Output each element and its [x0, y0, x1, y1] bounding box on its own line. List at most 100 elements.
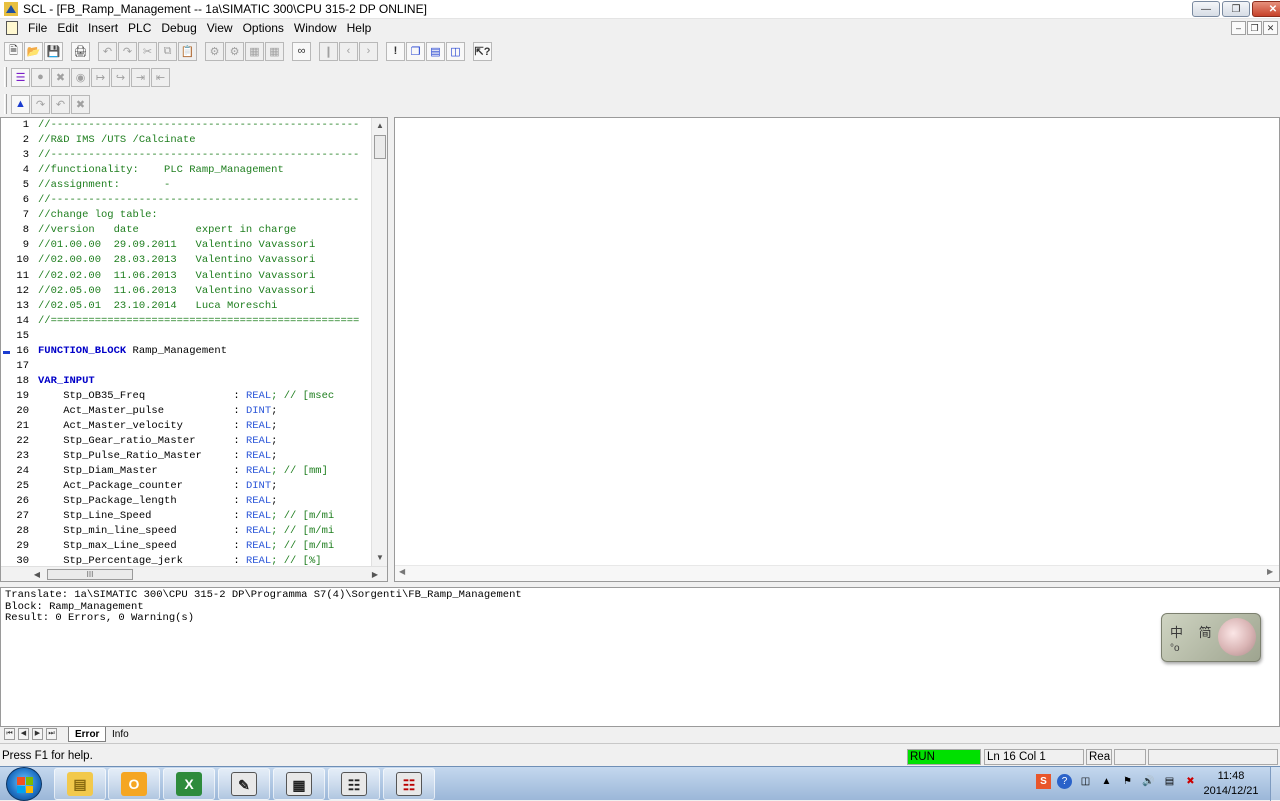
step-icon[interactable]: ❙	[319, 41, 338, 61]
code-line[interactable]: 15	[1, 330, 371, 345]
close-button[interactable]: ✕	[1252, 1, 1280, 17]
redo-icon[interactable]: ↷	[118, 41, 137, 61]
tab-error[interactable]: Error	[68, 727, 107, 742]
horizontal-scrollbar[interactable]: ◀ III ▶	[1, 566, 387, 581]
menu-item-file[interactable]: File	[23, 21, 52, 35]
document-icon[interactable]	[6, 21, 18, 35]
bookmark-clear-icon[interactable]: ✖	[71, 94, 90, 114]
code-line[interactable]: 30 Stp_Percentage_jerk : REAL; // [%]	[1, 555, 371, 566]
code-line[interactable]: 23 Stp_Pulse_Ratio_Master : REAL;	[1, 450, 371, 465]
code-lines[interactable]: 1 //-------------------------------------…	[1, 118, 371, 566]
open-folder-icon[interactable]: 📂	[24, 41, 43, 61]
minimize-button[interactable]: —	[1192, 1, 1220, 17]
code-line[interactable]: 18 VAR_INPUT	[1, 375, 371, 390]
code-editor[interactable]: 1 //-------------------------------------…	[0, 117, 388, 582]
code-line[interactable]: 5 //assignment: -	[1, 179, 371, 194]
code-line[interactable]: 7 //change log table:	[1, 209, 371, 224]
secondary-scroll-right-icon[interactable]: ▶	[1267, 567, 1273, 576]
code-line[interactable]: 25 Act_Package_counter : DINT;	[1, 480, 371, 495]
taskbar-hw-config[interactable]: ▦	[273, 768, 325, 800]
help-tray-icon[interactable]: ?	[1057, 774, 1072, 789]
code-line[interactable]: 2 //R&D IMS /UTS /Calcinate	[1, 134, 371, 149]
ime-status-widget[interactable]: 中 简 °о	[1161, 613, 1261, 662]
show-hidden-icons-icon[interactable]: ▲	[1099, 774, 1114, 789]
start-button[interactable]	[6, 767, 42, 801]
menu-item-plc[interactable]: PLC	[123, 21, 156, 35]
tab-last-icon[interactable]: ⏭	[46, 728, 57, 740]
scroll-up-icon[interactable]: ▲	[372, 118, 387, 134]
replace-icon[interactable]: ⚙	[225, 41, 244, 61]
scroll-right-icon[interactable]: ▶	[367, 567, 383, 581]
code-line[interactable]: 26 Stp_Package_length : REAL;	[1, 495, 371, 510]
secondary-scroll-left-icon[interactable]: ◀	[399, 567, 405, 576]
code-line[interactable]: 22 Stp_Gear_ratio_Master : REAL;	[1, 435, 371, 450]
scroll-left-icon[interactable]: ◀	[29, 567, 45, 581]
breakpoint-icon[interactable]: ●	[31, 67, 50, 87]
tab-next-icon[interactable]: ▶	[32, 728, 43, 740]
tile-horizontal-icon[interactable]: ▤	[426, 41, 445, 61]
code-line[interactable]: 24 Stp_Diam_Master : REAL; // [mm]	[1, 465, 371, 480]
code-line[interactable]: 9 //01.00.00 29.09.2011 Valentino Vavasso…	[1, 239, 371, 254]
restore-button[interactable]: ❐	[1222, 1, 1250, 17]
copy-icon[interactable]: ⧉	[158, 41, 177, 61]
network-icon[interactable]: ▤	[1162, 774, 1177, 789]
tab-info[interactable]: Info	[106, 727, 135, 742]
title-bar[interactable]: SCL - [FB_Ramp_Management -- 1a\SIMATIC …	[0, 0, 1280, 19]
step-over-icon[interactable]: ↦	[91, 67, 110, 87]
code-line[interactable]: 6 //-------------------------------------…	[1, 194, 371, 209]
code-line[interactable]: 10 //02.00.00 28.03.2013 Valentino Vavass…	[1, 254, 371, 269]
bookmark-next-icon[interactable]: ↷	[31, 94, 50, 114]
taskbar-simatic-manager[interactable]: ✎	[218, 768, 270, 800]
secondary-horizontal-scrollbar[interactable]: ◀ ▶	[395, 565, 1279, 581]
find-icon[interactable]: ⚙	[205, 41, 224, 61]
forward-icon[interactable]: ›	[359, 41, 378, 61]
horizontal-scroll-thumb[interactable]: III	[47, 569, 133, 580]
menu-item-window[interactable]: Window	[289, 21, 342, 35]
code-line[interactable]: 27 Stp_Line_Speed : REAL; // [m/mi	[1, 510, 371, 525]
menu-item-edit[interactable]: Edit	[52, 21, 83, 35]
code-line[interactable]: 17	[1, 360, 371, 375]
list-icon[interactable]: ☰	[11, 67, 30, 87]
menu-item-view[interactable]: View	[202, 21, 238, 35]
download-icon[interactable]: ▦	[265, 41, 284, 61]
undo-icon[interactable]: ↶	[98, 41, 117, 61]
code-line[interactable]: 13 //02.05.01 23.10.2014 Luca Moreschi	[1, 300, 371, 315]
menu-item-debug[interactable]: Debug	[156, 21, 201, 35]
mdi-minimize-button[interactable]: –	[1231, 21, 1246, 35]
sogou-ime-icon[interactable]: S	[1036, 774, 1051, 789]
print-icon[interactable]: 🖨	[71, 41, 90, 61]
bookmark-prev-icon[interactable]: ↶	[51, 94, 70, 114]
tab-first-icon[interactable]: ⏮	[4, 728, 15, 740]
code-line[interactable]: 11 //02.02.00 11.06.2013 Valentino Vavass…	[1, 270, 371, 285]
step-out-icon[interactable]: ⇥	[131, 67, 150, 87]
code-line[interactable]: 21 Act_Master_velocity : REAL;	[1, 420, 371, 435]
code-line[interactable]: 3 //-------------------------------------…	[1, 149, 371, 164]
save-icon[interactable]: 💾	[44, 41, 63, 61]
taskbar-scl[interactable]: ☷	[383, 768, 435, 800]
compile-icon[interactable]: ▦	[245, 41, 264, 61]
code-line[interactable]: 19 Stp_OB35_Freq : REAL; // [msec	[1, 390, 371, 405]
vertical-scrollbar[interactable]: ▲ ▼	[371, 118, 387, 566]
tile-vertical-icon[interactable]: ◫	[446, 41, 465, 61]
cut-icon[interactable]: ✂	[138, 41, 157, 61]
back-icon[interactable]: ‹	[339, 41, 358, 61]
code-line[interactable]: 20 Act_Master_pulse : DINT;	[1, 405, 371, 420]
code-line[interactable]: 12 //02.05.00 11.06.2013 Valentino Vavass…	[1, 285, 371, 300]
code-line[interactable]: 1 //-------------------------------------…	[1, 119, 371, 134]
taskbar-outlook[interactable]: O	[108, 768, 160, 800]
taskbar-lad-editor[interactable]: ☷	[328, 768, 380, 800]
show-desktop-button[interactable]	[1270, 767, 1280, 801]
mdi-close-button[interactable]: ✕	[1263, 21, 1278, 35]
code-line[interactable]: 29 Stp_max_Line_speed : REAL; // [m/mi	[1, 540, 371, 555]
code-line[interactable]: 4 //functionality: PLC Ramp_Management	[1, 164, 371, 179]
code-line[interactable]: 8 //version date expert in charge	[1, 224, 371, 239]
secondary-editor-pane[interactable]: ◀ ▶	[394, 117, 1280, 582]
clock[interactable]: 11:48 2014/12/21	[1196, 769, 1266, 799]
monitor-icon[interactable]: ∞	[292, 41, 311, 61]
taskbar-explorer[interactable]: ▤	[54, 768, 106, 800]
action-center-icon[interactable]: ⚑	[1120, 774, 1135, 789]
vertical-scroll-thumb[interactable]	[374, 135, 386, 159]
exclamation-icon[interactable]: !	[386, 41, 405, 61]
tab-prev-icon[interactable]: ◀	[18, 728, 29, 740]
paste-icon[interactable]: 📋	[178, 41, 197, 61]
